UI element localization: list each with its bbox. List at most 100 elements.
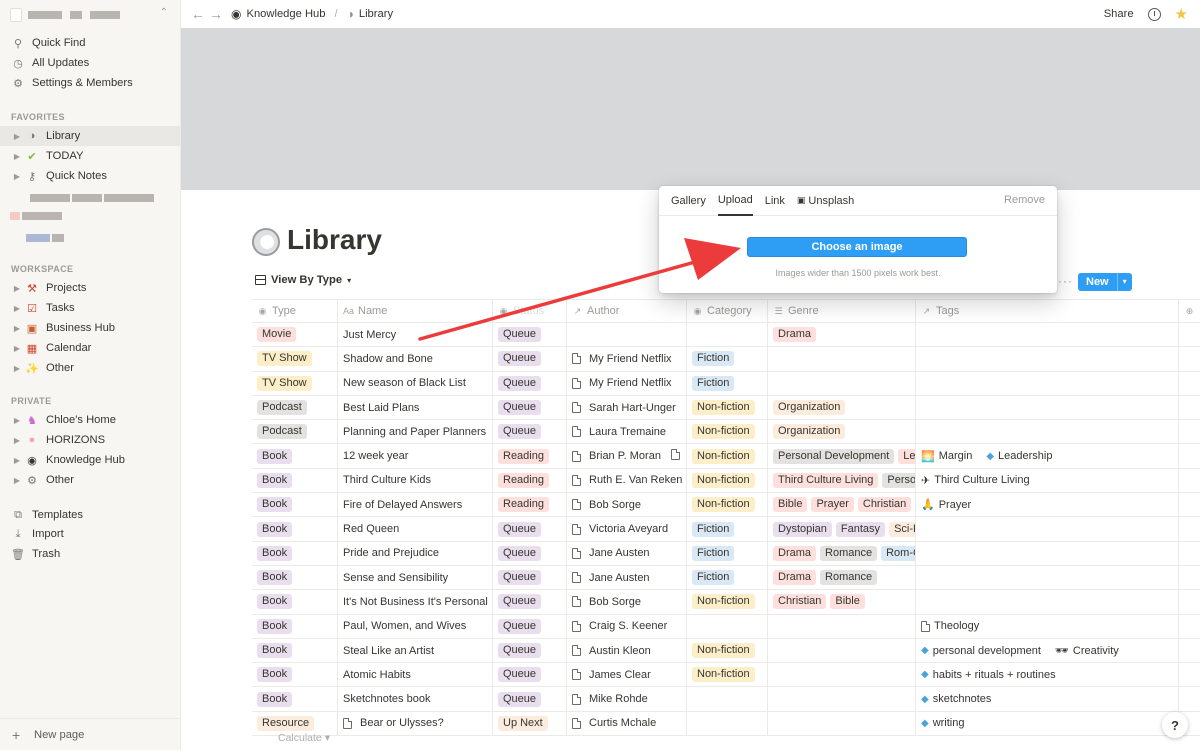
table-row[interactable]: Book Third Culture Kids Reading Ruth E. Van… (252, 468, 1200, 494)
expand-arrow-icon[interactable]: ▶ (10, 344, 24, 353)
cell-name[interactable]: Fire of Delayed Answers (338, 493, 493, 517)
share-button[interactable]: Share (1104, 8, 1134, 20)
tag-link[interactable]: ◆ habits + rituals + routines (921, 669, 1056, 681)
table-row[interactable]: Book Steal Like an Artist Queue Austin Kleo… (252, 638, 1200, 664)
sidebar-item-horizons[interactable]: ▶ ● HORIZONS (10, 430, 176, 450)
cell-status[interactable]: Queue (493, 371, 567, 395)
cell-status[interactable]: Queue (493, 614, 567, 638)
table-row[interactable]: Book Paul, Women, and Wives Queue Craig S. … (252, 614, 1200, 639)
cell-type[interactable]: Book (252, 493, 338, 517)
forward-arrow-icon[interactable]: → (207, 6, 225, 22)
calculate-button[interactable]: Calculate ▾ (278, 732, 330, 744)
cell-tags[interactable] (916, 347, 1179, 371)
table-row[interactable]: Book Pride and Prejudice Queue Jane Austen F… (252, 541, 1200, 566)
back-arrow-icon[interactable]: ← (189, 6, 207, 22)
breadcrumb-library[interactable]: Library (359, 8, 393, 20)
cell-category[interactable]: Fiction (687, 541, 768, 565)
sidebar-item-calendar[interactable]: ▶ ▦ Calendar (10, 338, 176, 358)
cell-tags[interactable] (916, 517, 1179, 541)
cell-author[interactable]: Curtis Mchale (567, 711, 687, 736)
cell-genre[interactable]: Organization (768, 420, 916, 444)
page-title[interactable]: Library (287, 224, 382, 256)
cell-author[interactable]: My Friend Netflix (567, 347, 687, 371)
cell-author[interactable] (567, 323, 687, 347)
cell-type[interactable]: Book (252, 541, 338, 565)
expand-arrow-icon[interactable]: ▶ (10, 456, 24, 465)
redacted-favorite[interactable] (10, 188, 176, 208)
cell-status[interactable]: Queue (493, 323, 567, 347)
cell-type[interactable]: Book (252, 663, 338, 687)
cell-tags[interactable] (916, 565, 1179, 590)
table-row[interactable]: Book Sense and Sensibility Queue Jane Auste… (252, 565, 1200, 591)
cell-author[interactable]: Bob Sorge (567, 590, 687, 614)
cell-author[interactable]: Victoria Aveyard (567, 517, 687, 541)
cell-name[interactable]: Planning and Paper Planners (338, 420, 493, 444)
cell-name[interactable]: 12 week year (338, 444, 493, 468)
cell-tags[interactable]: 🌅 Margin ◆ Leadership (916, 444, 1179, 468)
cell-author[interactable]: Mike Rohde (567, 687, 687, 711)
cell-type[interactable]: Book (252, 687, 338, 711)
column-header-tags[interactable]: ↗ Tags (916, 300, 1179, 322)
cell-name[interactable]: Atomic Habits (338, 663, 493, 687)
column-header-category[interactable]: ◉ Category (687, 300, 768, 322)
cell-category[interactable] (687, 687, 768, 711)
sidebar-item-tasks[interactable]: ▶ ☑ Tasks (10, 298, 176, 318)
history-clock-icon[interactable] (1147, 7, 1161, 21)
tag-link[interactable]: ◆ personal development (921, 645, 1041, 657)
cell-genre[interactable] (768, 371, 916, 395)
workspace-switcher[interactable]: ⌃ (10, 5, 170, 25)
cell-author[interactable]: Laura Tremaine (567, 420, 687, 444)
cell-status[interactable]: Reading (493, 493, 567, 517)
cell-author[interactable]: Ruth E. Van Reken (567, 468, 687, 493)
table-row[interactable]: Movie Just Mercy Queue Drama (252, 323, 1200, 348)
cell-status[interactable]: Queue (493, 687, 567, 711)
cell-genre[interactable] (768, 638, 916, 663)
cell-genre[interactable]: Bible Prayer Christian (768, 493, 916, 517)
cell-name[interactable]: Just Mercy (338, 323, 493, 347)
table-row[interactable]: Book 12 week year Reading Brian P. Moran Non… (252, 444, 1200, 469)
table-row[interactable]: Podcast Planning and Paper Planners Queue L… (252, 420, 1200, 445)
cell-status[interactable]: Queue (493, 347, 567, 371)
cell-type[interactable]: Book (252, 565, 338, 590)
cell-category[interactable]: Fiction (687, 517, 768, 541)
cell-author[interactable]: Jane Austen (567, 565, 687, 590)
cell-type[interactable]: Book (252, 468, 338, 493)
tab-unsplash[interactable]: ▣ Unsplash (797, 186, 854, 216)
expand-arrow-icon[interactable]: ▶ (10, 152, 24, 161)
cell-tags[interactable]: Theology (916, 614, 1179, 638)
redacted-favorite[interactable] (10, 206, 176, 226)
table-row[interactable]: Book Atomic Habits Queue James Clear Non-fic… (252, 663, 1200, 688)
expand-arrow-icon[interactable]: ▶ (10, 172, 24, 181)
tag-link[interactable]: 🌅 Margin (921, 450, 972, 463)
cell-category[interactable] (687, 711, 768, 736)
cell-tags[interactable] (916, 371, 1179, 395)
cell-status[interactable]: Queue (493, 565, 567, 590)
more-options-icon[interactable]: ··· (1058, 274, 1073, 288)
cell-genre[interactable]: DramaRomanceRom-Co (768, 541, 916, 565)
remove-cover-button[interactable]: Remove (1004, 194, 1045, 206)
table-row[interactable]: Book Sketchnotes book Queue Mike Rohde ◆ sket… (252, 687, 1200, 712)
cell-genre[interactable]: Organization (768, 395, 916, 420)
sidebar-templates[interactable]: ⧉ Templates (10, 505, 176, 525)
add-column-button[interactable]: ⊕ (1179, 300, 1200, 322)
cell-category[interactable]: Non-fiction (687, 493, 768, 517)
cell-type[interactable]: Book (252, 444, 338, 468)
cell-name[interactable]: Third Culture Kids (338, 468, 493, 493)
cell-category[interactable] (687, 614, 768, 638)
table-row[interactable]: TV Show New season of Black List Queue My F… (252, 371, 1200, 396)
cell-type[interactable]: Podcast (252, 420, 338, 444)
redacted-favorite[interactable] (10, 228, 176, 248)
tag-link[interactable]: 🕶 Creativity (1055, 644, 1119, 658)
cell-genre[interactable]: Drama (768, 323, 916, 347)
help-button[interactable]: ? (1162, 712, 1188, 738)
cell-name[interactable]: Red Queen (338, 517, 493, 541)
cell-tags[interactable] (916, 395, 1179, 420)
cell-genre[interactable]: Personal DevelopmentLea (768, 444, 916, 468)
tag-link[interactable]: ◆ sketchnotes (921, 693, 991, 705)
cell-author[interactable]: James Clear (567, 663, 687, 687)
tag-link[interactable]: ◆ Leadership (986, 450, 1052, 462)
sidebar-item-business-hub[interactable]: ▶ ▣ Business Hub (10, 318, 176, 338)
sidebar-item-projects[interactable]: ▶ ⚒ Projects (10, 278, 176, 298)
tab-link[interactable]: Link (765, 186, 785, 216)
sidebar-import[interactable]: ⤓ Import (10, 524, 176, 544)
